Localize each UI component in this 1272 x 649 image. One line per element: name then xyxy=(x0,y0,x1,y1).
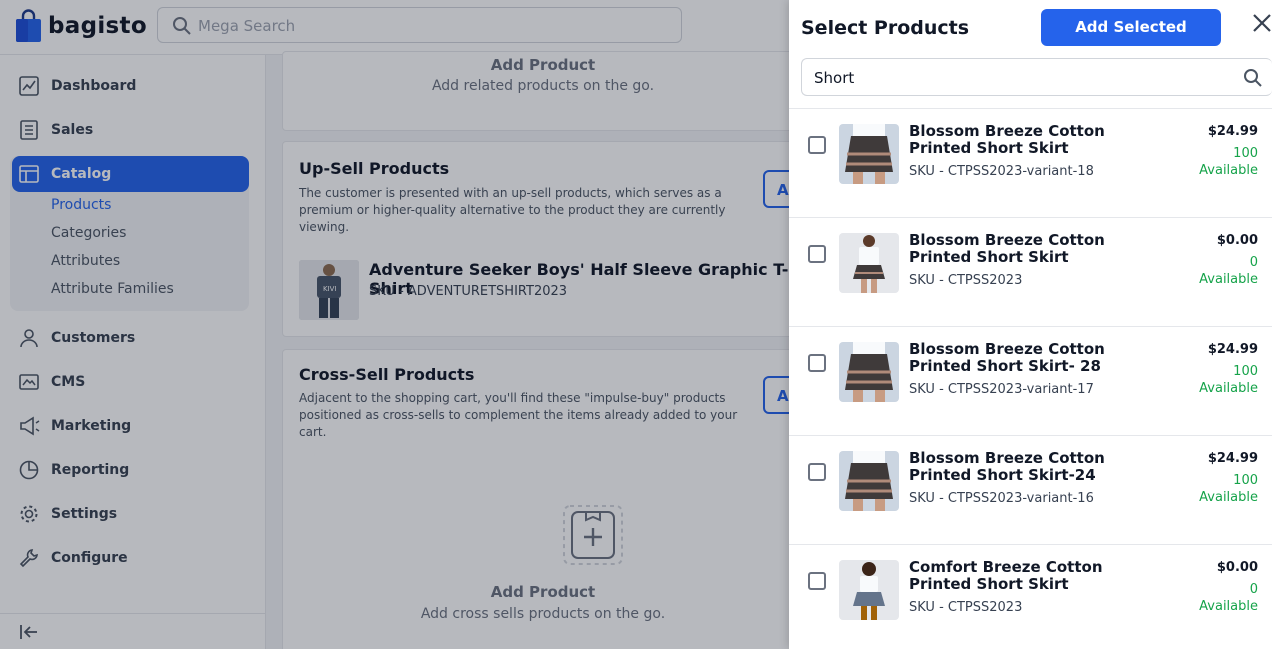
product-checkbox[interactable] xyxy=(808,136,826,154)
close-icon[interactable] xyxy=(1251,12,1272,34)
product-availability: Available xyxy=(1199,490,1258,505)
product-availability: Available xyxy=(1199,272,1258,287)
product-sku: SKU - CTPSS2023-variant-18 xyxy=(909,164,1094,179)
add-selected-product-button[interactable]: Add Selected Product xyxy=(1041,9,1221,73)
product-thumbnail xyxy=(839,124,899,184)
product-price: $0.00 xyxy=(1216,233,1258,248)
product-search-input[interactable] xyxy=(814,67,1214,89)
modal-overlay[interactable] xyxy=(0,0,789,649)
drawer-title: Select Products xyxy=(801,17,970,39)
product-qty: 100 xyxy=(1233,146,1258,161)
product-thumbnail xyxy=(839,560,899,620)
product-availability: Available xyxy=(1199,381,1258,396)
product-search[interactable] xyxy=(801,58,1272,96)
product-stock: 0 Available xyxy=(1199,254,1258,288)
product-sku: SKU - CTPSS2023 xyxy=(909,600,1023,615)
product-price: $24.99 xyxy=(1207,124,1258,139)
product-qty: 100 xyxy=(1233,364,1258,379)
product-checkbox[interactable] xyxy=(808,463,826,481)
product-stock: 100 Available xyxy=(1199,145,1258,179)
select-products-drawer: Select Products Add Selected Product Blo… xyxy=(789,0,1272,649)
product-stock: 100 Available xyxy=(1199,472,1258,506)
product-price: $24.99 xyxy=(1207,451,1258,466)
product-row[interactable]: Comfort Breeze Cotton Printed Short Skir… xyxy=(789,545,1272,649)
product-sku: SKU - CTPSS2023-variant-17 xyxy=(909,382,1094,397)
product-thumbnail xyxy=(839,451,899,511)
product-price: $24.99 xyxy=(1207,342,1258,357)
product-row[interactable]: Blossom Breeze Cotton Printed Short Skir… xyxy=(789,436,1272,545)
product-qty: 0 xyxy=(1249,255,1258,270)
product-qty: 0 xyxy=(1249,582,1258,597)
search-icon[interactable] xyxy=(1243,68,1263,88)
product-thumbnail xyxy=(839,233,899,293)
product-checkbox[interactable] xyxy=(808,245,826,263)
product-checkbox[interactable] xyxy=(808,572,826,590)
product-price: $0.00 xyxy=(1216,560,1258,575)
product-name: Blossom Breeze Cotton Printed Short Skir… xyxy=(909,340,1105,375)
product-availability: Available xyxy=(1199,599,1258,614)
product-thumbnail xyxy=(839,342,899,402)
product-checkbox[interactable] xyxy=(808,354,826,372)
product-row[interactable]: Blossom Breeze Cotton Printed Short Skir… xyxy=(789,218,1272,327)
product-availability: Available xyxy=(1199,163,1258,178)
product-stock: 100 Available xyxy=(1199,363,1258,397)
product-name: Comfort Breeze Cotton Printed Short Skir… xyxy=(909,558,1103,593)
product-row[interactable]: Blossom Breeze Cotton Printed Short Skir… xyxy=(789,109,1272,218)
product-row[interactable]: Blossom Breeze Cotton Printed Short Skir… xyxy=(789,327,1272,436)
product-sku: SKU - CTPSS2023 xyxy=(909,273,1023,288)
product-name: Blossom Breeze Cotton Printed Short Skir… xyxy=(909,122,1105,157)
product-stock: 0 Available xyxy=(1199,581,1258,615)
product-name: Blossom Breeze Cotton Printed Short Skir… xyxy=(909,231,1105,266)
product-sku: SKU - CTPSS2023-variant-16 xyxy=(909,491,1094,506)
product-qty: 100 xyxy=(1233,473,1258,488)
product-name: Blossom Breeze Cotton Printed Short Skir… xyxy=(909,449,1105,484)
